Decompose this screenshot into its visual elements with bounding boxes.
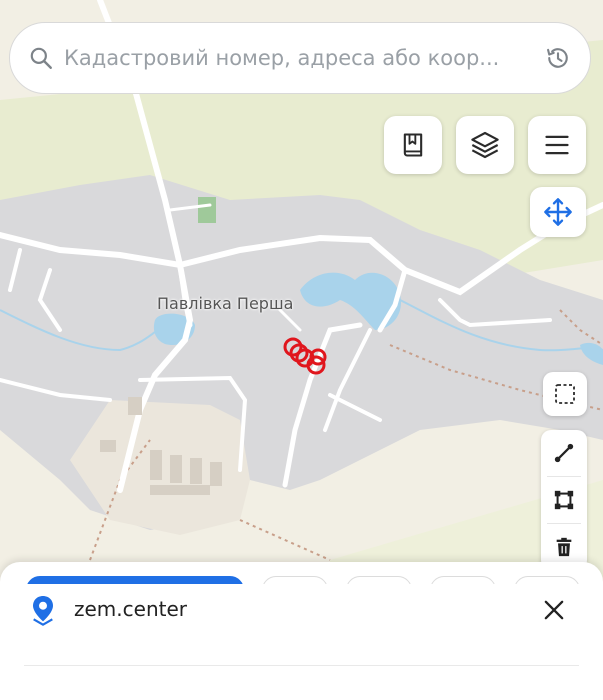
search-icon	[30, 47, 52, 69]
close-icon[interactable]	[540, 596, 568, 624]
bottom-sheet: zem.center	[0, 562, 603, 700]
move-arrows-icon	[544, 198, 572, 226]
site-title: zem.center	[74, 597, 187, 621]
history-icon[interactable]	[544, 44, 572, 72]
trash-icon	[556, 537, 572, 557]
divider	[24, 665, 579, 666]
search-bar[interactable]	[9, 22, 591, 94]
search-input[interactable]	[62, 45, 536, 71]
draw-polygon-icon	[554, 490, 574, 510]
move-button[interactable]	[530, 187, 586, 237]
location-pin-icon	[33, 596, 53, 626]
select-area-button[interactable]	[543, 372, 587, 416]
select-area-icon	[555, 384, 575, 404]
menu-icon	[545, 135, 569, 155]
bookmark-icon	[403, 133, 423, 157]
draw-line-button[interactable]	[541, 430, 587, 476]
bookmark-button[interactable]	[384, 116, 442, 174]
layers-icon	[471, 131, 499, 159]
draw-line-icon	[554, 443, 574, 463]
green-plot	[198, 197, 216, 223]
layers-button[interactable]	[456, 116, 514, 174]
site-banner: zem.center	[0, 584, 603, 636]
menu-button[interactable]	[528, 116, 586, 174]
draw-toolbar	[541, 430, 587, 570]
place-label: Павлівка Перша	[157, 294, 294, 313]
draw-polygon-button[interactable]	[541, 477, 587, 523]
